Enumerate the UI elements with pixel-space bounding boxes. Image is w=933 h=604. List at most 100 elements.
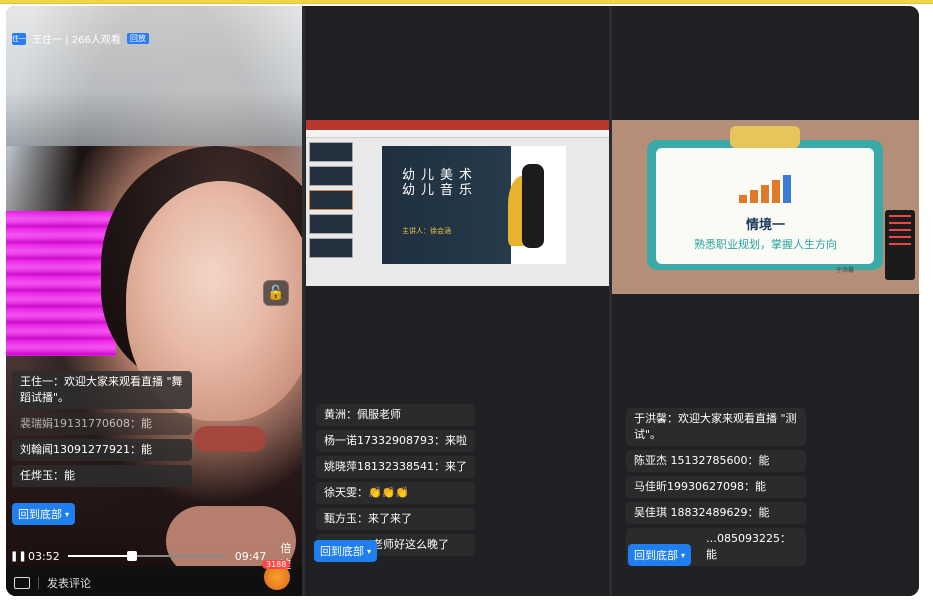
progress-handle[interactable]	[126, 551, 137, 561]
presenter-side-panel	[885, 210, 915, 280]
chat-message: 裴瑞娟19131770608：能	[12, 413, 192, 435]
ppt-thumbnail	[309, 166, 353, 186]
live-video-panel: 住一 王住一 | 266人观看 回放 🔓 王住一：欢迎大家来观看直播 "舞蹈试播…	[6, 6, 302, 596]
host-info: 王住一 | 266人观看	[32, 35, 121, 46]
chat-name: 刘翰闻13091277921	[20, 443, 130, 456]
chat-name: 姚晓萍18132338541	[324, 460, 434, 473]
slide-title-line1: 幼儿美术	[402, 168, 479, 183]
progress-fill	[67, 555, 132, 557]
chat-name: 于洪馨	[634, 412, 667, 425]
divider	[38, 576, 39, 589]
chat-name: 王住一	[20, 375, 53, 388]
video-ceiling	[6, 6, 302, 146]
gift-count-badge: 3188	[262, 560, 291, 569]
chevron-down-icon: ▾	[681, 550, 686, 560]
slide-title-line2: 幼儿音乐	[402, 183, 479, 198]
chat-name: 徐天雯	[324, 486, 357, 499]
playback-controls: ❚❚ 03:52 09:47 倍速	[6, 541, 302, 571]
slide-title: 幼儿美术 幼儿音乐	[402, 168, 478, 198]
back-to-bottom-button[interactable]: 回到底部 ▾	[628, 544, 692, 566]
ppt-slide-thumbnails	[309, 142, 353, 282]
ppt-screen-share[interactable]: 幼儿美术 幼儿音乐 主讲人：徐会涵	[306, 120, 609, 286]
chat-name: 陈亚杰	[634, 454, 667, 467]
top-accent-line	[0, 0, 933, 4]
multi-stream-window: 住一 王住一 | 266人观看 回放 🔓 王住一：欢迎大家来观看直播 "舞蹈试播…	[6, 6, 919, 596]
progress-slider[interactable]	[67, 551, 225, 561]
back-to-bottom-button[interactable]: 回到底部 ▾	[314, 540, 378, 562]
ppt-ribbon	[306, 130, 609, 138]
chat-message: 任烨玉：能	[12, 465, 192, 487]
panel-divider	[302, 6, 305, 596]
chat-text: 能	[140, 417, 152, 430]
chat-name: 裴瑞娟19131770608	[20, 417, 130, 430]
back-to-bottom-label: 回到底部	[320, 545, 364, 558]
chat-message: 王住一：欢迎大家来观看直播 "舞蹈试播"。	[12, 371, 192, 409]
host-badge[interactable]: 住一 王住一 | 266人观看 回放	[12, 31, 149, 46]
slide-screen-share[interactable]: 情境一 熟悉职业规划，掌握人生方向 于洪馨	[612, 120, 919, 294]
chat-text: 老师好这么晚了	[372, 538, 449, 551]
chat-text: 19930627098：能	[667, 480, 766, 493]
chat-text: 佩服老师	[357, 408, 401, 421]
slide-subtitle: 主讲人：徐会涵	[402, 227, 451, 235]
left-chat-list: 王住一：欢迎大家来观看直播 "舞蹈试播"。 裴瑞娟19131770608：能 刘…	[12, 371, 212, 487]
back-to-bottom-label: 回到底部	[18, 508, 62, 521]
chat-text: 👏👏👏	[368, 486, 410, 499]
slide-stream-panel: 情境一 熟悉职业规划，掌握人生方向 于洪馨 于洪馨：欢迎大家来观看直播 "测试"…	[612, 6, 919, 596]
chat-text: 来啦	[444, 434, 467, 447]
chart-bar	[750, 190, 758, 203]
slide-heading: 情境一	[745, 218, 785, 233]
chat-name: 甄方玉	[324, 512, 357, 525]
back-to-bottom-button[interactable]: 回到底部 ▾	[12, 503, 76, 525]
ppt-thumbnail	[309, 214, 353, 234]
chat-message: 徐天雯：👏👏👏	[316, 482, 475, 504]
ppt-titlebar	[306, 120, 609, 130]
chat-name: 马佳昕	[634, 480, 667, 493]
comment-bar: 发表评论	[6, 569, 302, 596]
time-total: 09:47	[234, 549, 267, 563]
growth-chart-icon	[739, 175, 795, 203]
pause-icon[interactable]: ❚❚	[10, 551, 27, 562]
chat-message: 刘翰闻13091277921：能	[12, 439, 192, 461]
chat-message: 杨一诺17332908793：来啦	[316, 430, 475, 452]
chart-bar	[739, 195, 747, 203]
chat-name: 任烨玉	[20, 469, 53, 482]
ppt-thumbnail	[309, 142, 353, 162]
comment-input[interactable]: 发表评论	[47, 575, 91, 591]
ppt-thumbnail	[309, 190, 353, 210]
ppt-thumbnail	[309, 238, 353, 258]
chat-message: 甄方玉：来了来了	[316, 508, 475, 530]
chat-text: 15132785600：能	[670, 454, 770, 467]
chat-text: …085093225：能	[706, 532, 791, 561]
chart-bar	[783, 175, 791, 203]
chat-text: 来了来了	[368, 512, 412, 525]
ppt-stream-panel: 幼儿美术 幼儿音乐 主讲人：徐会涵 黄洲：佩服老师 杨一诺17332908793…	[306, 6, 609, 596]
video-curtain	[6, 211, 116, 356]
replay-badge[interactable]: 回放	[126, 33, 149, 44]
ppt-slide: 幼儿美术 幼儿音乐 主讲人：徐会涵	[382, 146, 566, 264]
chart-bar	[772, 180, 780, 203]
chat-name: 吴佳琪	[634, 506, 667, 519]
chat-text: 来了	[444, 460, 467, 473]
chat-name: 黄洲	[324, 408, 346, 421]
chat-text: 能	[140, 443, 152, 456]
chat-message: 陈亚杰 15132785600：能	[626, 450, 806, 472]
chat-message: 马佳昕19930627098：能	[626, 476, 806, 498]
slide-subheading: 熟悉职业规划，掌握人生方向	[694, 238, 837, 251]
middle-chat-list: 黄洲：佩服老师 杨一诺17332908793：来啦 姚晓萍18132338541…	[316, 404, 475, 556]
chat-message: 于洪馨：欢迎大家来观看直播 "测试"。	[626, 408, 806, 446]
chevron-down-icon: ▾	[65, 509, 70, 519]
chevron-down-icon: ▾	[367, 546, 372, 556]
chat-message: 吴佳琪 18832489629：能	[626, 502, 806, 524]
chat-text: 能	[64, 469, 75, 482]
chat-message: 黄洲：佩服老师	[316, 404, 475, 426]
right-chat-list: 于洪馨：欢迎大家来观看直播 "测试"。 陈亚杰 15132785600：能 马佳…	[626, 408, 831, 566]
chart-bar	[761, 185, 769, 203]
lock-icon[interactable]: 🔓	[263, 280, 289, 306]
keyboard-icon[interactable]	[14, 576, 30, 589]
chat-text: 18832489629：能	[670, 506, 770, 519]
clipboard-clip	[730, 126, 800, 148]
host-logo: 住一	[12, 32, 26, 45]
slide-presenter: 于洪馨	[836, 267, 855, 274]
time-current: 03:52	[28, 549, 60, 563]
back-to-bottom-label: 回到底部	[634, 549, 678, 562]
